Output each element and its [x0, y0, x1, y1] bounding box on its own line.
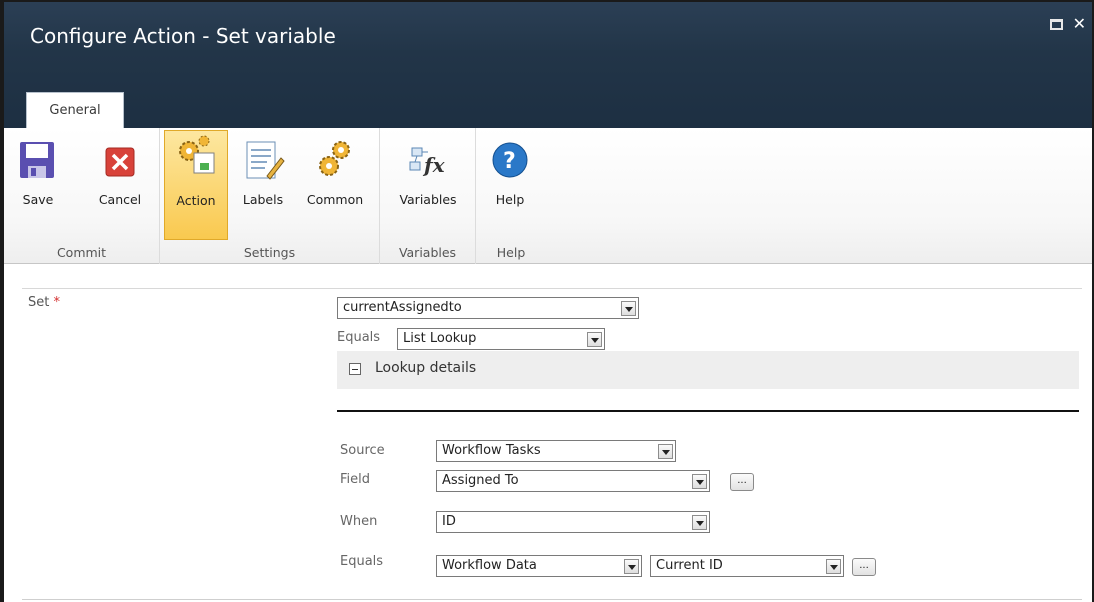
action-label: Action: [176, 193, 216, 208]
help-icon: ?: [488, 138, 532, 182]
where-equals-ellipsis-button[interactable]: ...: [852, 558, 876, 576]
variables-fx-icon: fx: [406, 138, 450, 182]
labels-icon: [241, 138, 285, 182]
equals-label: Equals: [337, 330, 381, 345]
chevron-down-icon[interactable]: [826, 559, 841, 574]
form-area: Set * currentAssignedto Equals List Look…: [4, 265, 1092, 602]
source-label: Source: [340, 443, 385, 458]
field-select[interactable]: Assigned To: [436, 470, 710, 492]
required-marker: *: [53, 295, 61, 310]
chevron-down-icon[interactable]: [658, 444, 673, 459]
ribbon-group-settings: Action Labels Common Settings: [160, 128, 380, 264]
title-bar: Configure Action - Set variable ✕ Genera…: [4, 2, 1092, 128]
chevron-down-icon[interactable]: [692, 474, 707, 489]
svg-text:?: ?: [503, 149, 516, 174]
common-label: Common: [306, 192, 364, 207]
cancel-button[interactable]: Cancel: [92, 134, 148, 214]
when-select-value: ID: [442, 514, 456, 529]
variable-select[interactable]: currentAssignedto: [337, 297, 639, 319]
ribbon-group-variables: fx Variables Variables: [380, 128, 476, 264]
save-button[interactable]: Save: [16, 134, 60, 214]
action-button[interactable]: Action: [164, 130, 228, 240]
cancel-label: Cancel: [98, 192, 142, 207]
group-label-variables: Variables: [398, 245, 457, 260]
help-button[interactable]: ? Help: [488, 134, 532, 214]
close-icon[interactable]: ✕: [1073, 16, 1086, 32]
dialog-title: Configure Action - Set variable: [30, 24, 336, 48]
help-label: Help: [495, 192, 525, 207]
collapse-icon[interactable]: [349, 363, 361, 375]
maximize-icon[interactable]: [1049, 19, 1063, 30]
chevron-down-icon[interactable]: [624, 559, 639, 574]
group-label-settings: Settings: [243, 245, 296, 260]
ribbon: Save Cancel Commit Action Labels Common …: [4, 128, 1092, 264]
where-equals-select-source[interactable]: Workflow Data: [436, 555, 642, 577]
when-select[interactable]: ID: [436, 511, 710, 533]
source-select[interactable]: Workflow Tasks: [436, 440, 676, 462]
field-ellipsis-button[interactable]: ...: [730, 473, 754, 491]
where-equals-select-source-value: Workflow Data: [442, 558, 537, 573]
window-controls: ✕: [1049, 16, 1086, 32]
common-button[interactable]: Common: [300, 134, 370, 214]
divider: [22, 599, 1082, 600]
field-select-value: Assigned To: [442, 473, 519, 488]
variable-select-value: currentAssignedto: [343, 300, 462, 315]
common-gears-icon: [313, 138, 357, 182]
save-icon: [16, 138, 60, 182]
dialog-window: Configure Action - Set variable ✕ Genera…: [0, 0, 1094, 602]
ribbon-group-commit: Save Cancel Commit: [4, 128, 160, 264]
divider: [22, 288, 1082, 289]
ribbon-group-help: ? Help Help: [476, 128, 546, 264]
chevron-down-icon[interactable]: [692, 515, 707, 530]
chevron-down-icon[interactable]: [621, 301, 636, 316]
group-label-help: Help: [496, 245, 526, 260]
svg-text:fx: fx: [422, 153, 446, 177]
lookup-details-bar[interactable]: Lookup details: [337, 351, 1079, 389]
action-gears-icon: [174, 135, 218, 179]
tab-general[interactable]: General: [26, 92, 124, 128]
equals-select-value: List Lookup: [403, 331, 477, 346]
group-label-commit: Commit: [56, 245, 107, 260]
set-label-text: Set: [28, 295, 50, 310]
cancel-icon: [98, 138, 142, 182]
labels-label: Labels: [242, 192, 284, 207]
field-label: Field: [340, 472, 371, 487]
variables-button[interactable]: fx Variables: [390, 134, 466, 214]
lookup-details-label: Lookup details: [375, 360, 477, 376]
where-equals-label: Equals: [340, 554, 384, 569]
equals-select[interactable]: List Lookup: [397, 328, 605, 350]
chevron-down-icon[interactable]: [587, 332, 602, 347]
source-select-value: Workflow Tasks: [442, 443, 541, 458]
when-label: When: [340, 514, 378, 529]
separator-line: [337, 410, 1079, 412]
set-label: Set *: [28, 295, 60, 310]
where-equals-select-field-value: Current ID: [656, 558, 723, 573]
labels-button[interactable]: Labels: [236, 134, 290, 214]
save-label: Save: [22, 192, 54, 207]
variables-label: Variables: [399, 192, 457, 207]
where-equals-select-field[interactable]: Current ID: [650, 555, 844, 577]
